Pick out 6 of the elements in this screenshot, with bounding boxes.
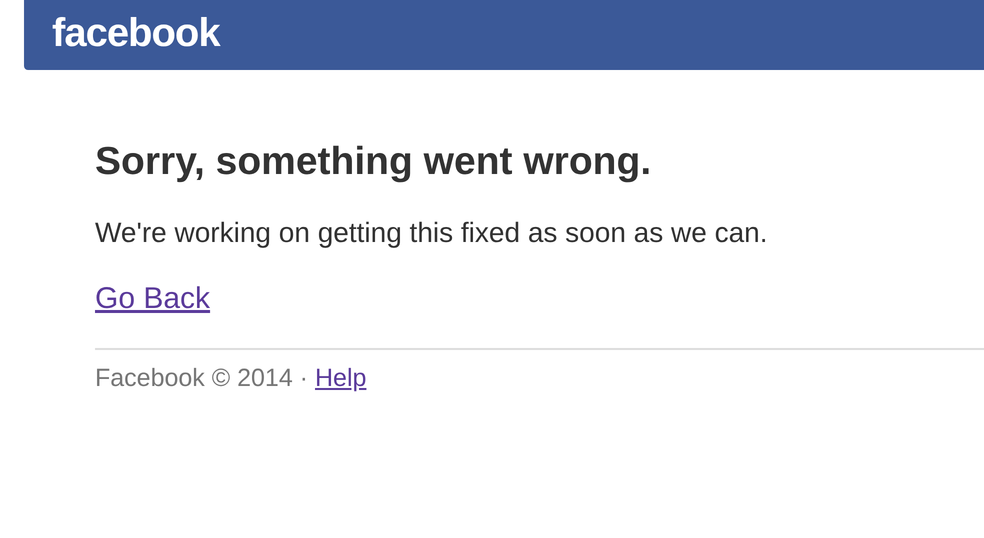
error-message: We're working on getting this fixed as soon as we can.	[95, 219, 769, 247]
error-title: Sorry, something went wrong.	[95, 142, 652, 181]
footer-text: Facebook © 2014 ·	[95, 366, 308, 391]
help-link[interactable]: Help	[315, 366, 366, 391]
logo[interactable]: facebook	[52, 13, 220, 57]
go-back-link[interactable]: Go Back	[95, 284, 210, 314]
